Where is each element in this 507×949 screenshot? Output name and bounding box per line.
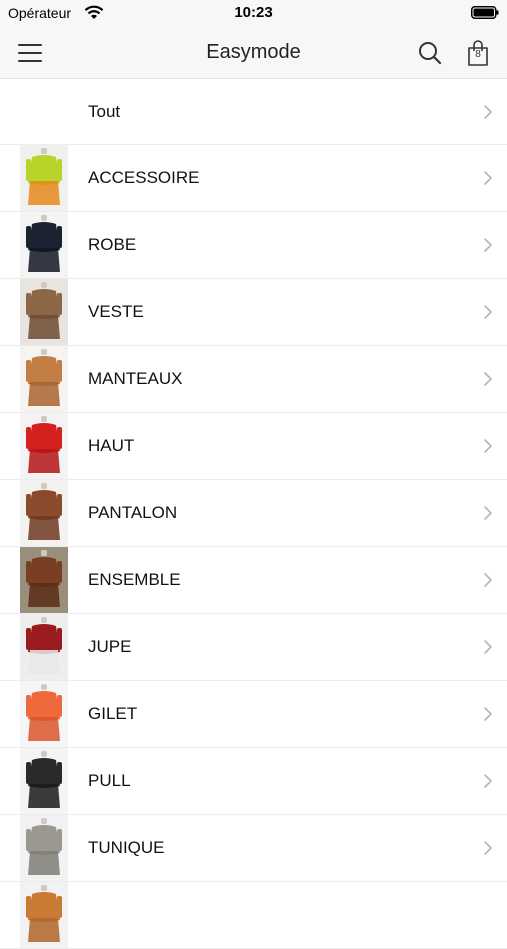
- category-thumbnail: [20, 681, 68, 747]
- category-thumbnail: [20, 547, 68, 613]
- category-row[interactable]: Tout: [0, 79, 507, 145]
- category-row[interactable]: ACCESSOIRE: [0, 145, 507, 212]
- status-bar: Opérateur 10:23: [0, 0, 507, 28]
- chevron-right-icon: [484, 841, 492, 855]
- category-row[interactable]: PANTALON: [0, 480, 507, 547]
- chevron-right-icon: [484, 707, 492, 721]
- category-row[interactable]: HAUT: [0, 413, 507, 480]
- chevron-right-icon: [484, 372, 492, 386]
- chevron-right-icon: [484, 305, 492, 319]
- category-label: VESTE: [88, 302, 144, 321]
- category-label: ACCESSOIRE: [88, 168, 200, 187]
- category-label: PULL: [88, 771, 131, 790]
- category-label: TUNIQUE: [88, 838, 165, 857]
- category-thumbnail: [20, 748, 68, 814]
- category-label: PANTALON: [88, 503, 178, 522]
- chevron-right-icon: [484, 105, 492, 119]
- category-label: ENSEMBLE: [88, 570, 181, 589]
- category-thumbnail: [20, 413, 68, 479]
- cart-count-badge: 8: [475, 49, 481, 60]
- chevron-right-icon: [484, 506, 492, 520]
- category-row[interactable]: ROBE: [0, 212, 507, 279]
- chevron-right-icon: [484, 640, 492, 654]
- category-row[interactable]: ENSEMBLE: [0, 547, 507, 614]
- category-label: MANTEAUX: [88, 369, 183, 388]
- category-row[interactable]: MANTEAUX: [0, 346, 507, 413]
- category-list: Tout ACCESSOIRE ROBE VESTE MANTEAUX HAUT PANTA…: [0, 79, 507, 949]
- search-icon[interactable]: [417, 40, 443, 66]
- category-label: Tout: [88, 102, 121, 121]
- category-label: JUPE: [88, 637, 132, 656]
- battery-icon: [471, 6, 499, 19]
- category-thumbnail: [20, 145, 68, 211]
- chevron-right-icon: [484, 573, 492, 587]
- category-label: HAUT: [88, 436, 135, 455]
- category-thumbnail: [20, 614, 68, 680]
- category-row[interactable]: [0, 882, 507, 949]
- cart-button[interactable]: 8: [467, 39, 489, 67]
- category-row[interactable]: VESTE: [0, 279, 507, 346]
- category-thumbnail: [20, 279, 68, 345]
- navigation-bar: Easymode 8: [0, 28, 507, 79]
- category-row[interactable]: TUNIQUE: [0, 815, 507, 882]
- category-label: GILET: [88, 704, 138, 723]
- category-thumbnail: [20, 815, 68, 881]
- category-thumbnail: [20, 882, 68, 948]
- category-label: ROBE: [88, 235, 137, 254]
- category-thumbnail: [20, 480, 68, 546]
- chevron-right-icon: [484, 774, 492, 788]
- category-row[interactable]: PULL: [0, 748, 507, 815]
- chevron-right-icon: [484, 238, 492, 252]
- category-row[interactable]: GILET: [0, 681, 507, 748]
- category-row[interactable]: JUPE: [0, 614, 507, 681]
- status-time: 10:23: [234, 4, 273, 21]
- chevron-right-icon: [484, 171, 492, 185]
- category-thumbnail: [20, 346, 68, 412]
- chevron-right-icon: [484, 439, 492, 453]
- category-thumbnail: [20, 212, 68, 278]
